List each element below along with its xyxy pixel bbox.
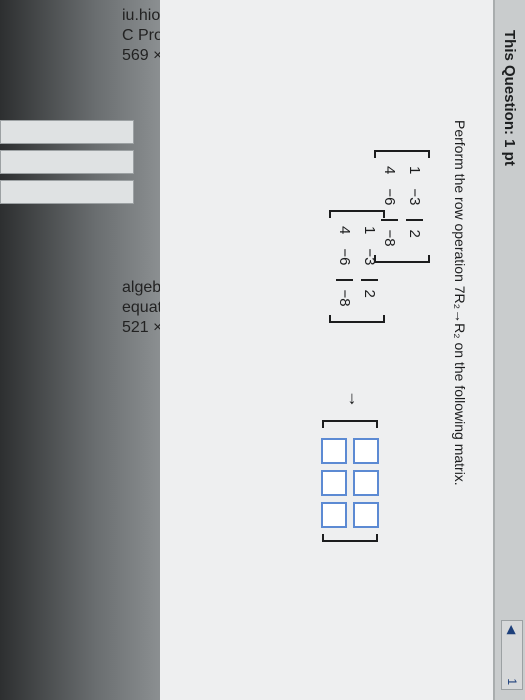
matrix-cell: 4 bbox=[336, 226, 353, 235]
previous-arrow-icon[interactable]: ◀ bbox=[505, 625, 519, 634]
matrix-cell: −6 bbox=[381, 188, 398, 206]
question-navigator[interactable]: ◀ 1 bbox=[501, 620, 523, 690]
matrix-bracket-left bbox=[322, 420, 378, 428]
sidebar-thumbnail-1[interactable] bbox=[0, 120, 134, 144]
question-panel: This Question: 1 pt ◀ 1 Perform the row … bbox=[160, 0, 525, 700]
answer-input-box[interactable] bbox=[321, 502, 347, 528]
matrix-cell: 1 bbox=[406, 166, 423, 175]
page-indicator: 1 bbox=[505, 678, 519, 685]
matrix-bracket-left bbox=[329, 210, 385, 218]
sidebar-thumbnail-2[interactable] bbox=[0, 150, 134, 174]
answer-matrix bbox=[315, 420, 385, 542]
answer-input-box[interactable] bbox=[321, 470, 347, 496]
sidebar-thumbnail-3[interactable] bbox=[0, 180, 134, 204]
given-matrix-repeat: 1 −3 2 4 −6 −8 bbox=[329, 210, 385, 323]
matrix-bracket-left bbox=[374, 150, 430, 158]
matrix-cell: 1 bbox=[361, 226, 378, 235]
answer-input-box[interactable] bbox=[353, 470, 379, 496]
answer-input-box[interactable] bbox=[353, 438, 379, 464]
screenshot-frame: iu.hio.no C Progr 569 × 82 algebra- equa… bbox=[0, 0, 525, 700]
matrix-cell: −8 bbox=[336, 279, 353, 307]
answer-input-box[interactable] bbox=[321, 438, 347, 464]
question-title: This Question: 1 pt bbox=[501, 30, 518, 166]
question-instruction: Perform the row operation 7R₂→R₂ on the … bbox=[452, 120, 468, 486]
matrix-cell: −3 bbox=[406, 188, 423, 206]
matrix-bracket-right bbox=[322, 534, 378, 542]
matrix-bracket-right bbox=[329, 314, 385, 323]
matrix-cell: 2 bbox=[406, 219, 423, 247]
answer-input-box[interactable] bbox=[353, 502, 379, 528]
question-header: This Question: 1 pt ◀ 1 bbox=[493, 0, 525, 700]
matrix-cell: −3 bbox=[361, 248, 378, 266]
matrix-cell: 2 bbox=[361, 279, 378, 307]
matrix-cell: −6 bbox=[336, 248, 353, 266]
matrix-cell: 4 bbox=[381, 166, 398, 175]
sidebar: iu.hio.no C Progr 569 × 82 algebra- equa… bbox=[0, 0, 185, 700]
arrow-icon: → bbox=[345, 390, 365, 408]
